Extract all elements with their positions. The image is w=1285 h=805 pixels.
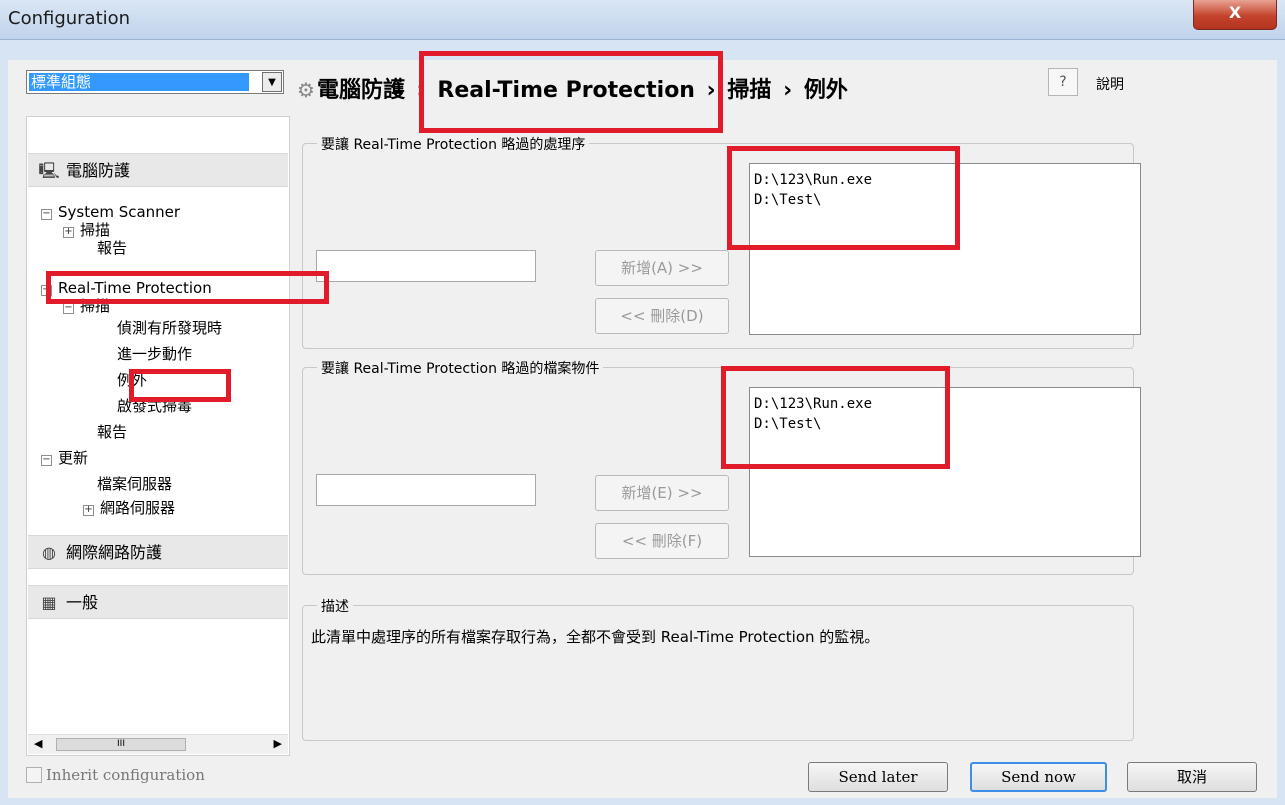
tree-node-ss-report[interactable]: 報告: [97, 239, 127, 257]
tree-node-update[interactable]: − 更新: [41, 449, 88, 467]
scroll-left-icon[interactable]: ◀: [34, 737, 42, 750]
object-input[interactable]: [316, 474, 536, 506]
checkbox-icon[interactable]: [26, 767, 42, 783]
delete-object-button[interactable]: << 刪除(F): [595, 523, 729, 559]
add-process-button[interactable]: 新增(A) >>: [595, 250, 729, 286]
description-text: 此清單中處理序的所有檔案存取行為，全都不會受到 Real-Time Protec…: [311, 628, 880, 646]
tree-node-real-time-protection[interactable]: − Real-Time Protection: [41, 279, 212, 297]
objects-group-legend: 要讓 Real-Time Protection 略過的檔案物件: [317, 358, 604, 378]
category-label: 網際網路防護: [66, 543, 163, 562]
list-item[interactable]: D:\Test\: [754, 190, 1136, 210]
list-item[interactable]: D:\Test\: [754, 414, 1136, 434]
tree-node-exceptions[interactable]: 例外: [117, 371, 147, 389]
breadcrumb-separator: ›: [783, 78, 793, 103]
list-item[interactable]: D:\123\Run.exe: [754, 170, 1136, 190]
processes-group-legend: 要讓 Real-Time Protection 略過的處理序: [317, 134, 590, 154]
horizontal-scrollbar[interactable]: ◀ III ▶: [28, 734, 288, 754]
category-label: 一般: [66, 593, 99, 612]
inherit-label: Inherit configuration: [46, 766, 205, 784]
send-later-button[interactable]: Send later: [808, 762, 948, 792]
breadcrumb-level-3: 掃描: [727, 78, 772, 103]
breadcrumb-separator: ›: [416, 78, 426, 103]
cancel-button[interactable]: 取消: [1127, 762, 1257, 792]
scroll-right-icon[interactable]: ▶: [274, 737, 282, 750]
tree-node-file-server[interactable]: 檔案伺服器: [97, 475, 172, 493]
collapse-icon[interactable]: −: [41, 285, 52, 296]
title-bar: Configuration X: [0, 0, 1285, 40]
collapse-icon[interactable]: −: [63, 303, 74, 314]
breadcrumb: ⚙電腦防護 › Real-Time Protection › 掃描 › 例外: [297, 72, 848, 106]
monitor-icon: 🖳: [38, 161, 60, 180]
expand-icon[interactable]: +: [83, 505, 94, 516]
tree-category-general[interactable]: ▦ 一般: [28, 585, 288, 619]
category-label: 電腦防護: [66, 161, 131, 180]
object-exception-list[interactable]: D:\123\Run.exe D:\Test\: [749, 387, 1141, 557]
send-now-button[interactable]: Send now: [970, 762, 1107, 792]
tree-node-ss-scan[interactable]: + 掃描: [63, 221, 110, 239]
window-title: Configuration: [8, 8, 131, 29]
delete-process-button[interactable]: << 刪除(D): [595, 298, 729, 334]
list-item[interactable]: D:\123\Run.exe: [754, 394, 1136, 414]
collapse-icon[interactable]: −: [41, 209, 52, 220]
tree-node-web-server[interactable]: + 網路伺服器: [83, 499, 175, 517]
scroll-thumb[interactable]: III: [56, 738, 186, 751]
breadcrumb-level-1: 電腦防護: [316, 78, 405, 103]
globe-icon: ◍: [42, 543, 56, 562]
navigation-tree: 🖳 電腦防護 − System Scanner + 掃描 報告 − Real-Time …: [26, 116, 290, 756]
tree-node-further-action[interactable]: 進一步動作: [117, 345, 192, 363]
tree-node-system-scanner[interactable]: − System Scanner: [41, 203, 180, 221]
breadcrumb-level-2: Real-Time Protection: [437, 78, 695, 103]
help-icon[interactable]: ?: [1048, 68, 1078, 96]
tree-node-heuristic[interactable]: 啟發式掃毒: [117, 397, 192, 415]
tree-node-rtp-scan[interactable]: − 掃描: [63, 297, 110, 315]
inherit-configuration-checkbox[interactable]: Inherit configuration: [26, 766, 205, 784]
tree-node-rtp-report[interactable]: 報告: [97, 423, 127, 441]
collapse-icon[interactable]: −: [41, 455, 52, 466]
gear-icon: ⚙: [297, 78, 315, 102]
profile-dropdown[interactable]: 標準組態 ▼: [26, 70, 284, 94]
description-group: 描述 此清單中處理序的所有檔案存取行為，全都不會受到 Real-Time Pro…: [302, 596, 1134, 741]
calendar-icon: ▦: [41, 593, 57, 612]
chevron-down-icon[interactable]: ▼: [262, 72, 282, 92]
add-object-button[interactable]: 新增(E) >>: [595, 475, 729, 511]
process-exception-list[interactable]: D:\123\Run.exe D:\Test\: [749, 163, 1141, 335]
process-input[interactable]: [316, 250, 536, 282]
breadcrumb-separator: ›: [706, 78, 716, 103]
tree-category-internet-protection[interactable]: ◍ 網際網路防護: [28, 535, 288, 569]
expand-icon[interactable]: +: [63, 227, 74, 238]
profile-selected-value: 標準組態: [29, 73, 249, 91]
breadcrumb-level-4: 例外: [803, 78, 848, 103]
description-legend: 描述: [317, 596, 353, 616]
tree-node-detect-found[interactable]: 偵測有所發現時: [117, 319, 222, 337]
close-button[interactable]: X: [1193, 0, 1277, 30]
tree-category-computer-protection[interactable]: 🖳 電腦防護: [28, 153, 288, 187]
help-label[interactable]: 說明: [1096, 74, 1124, 94]
